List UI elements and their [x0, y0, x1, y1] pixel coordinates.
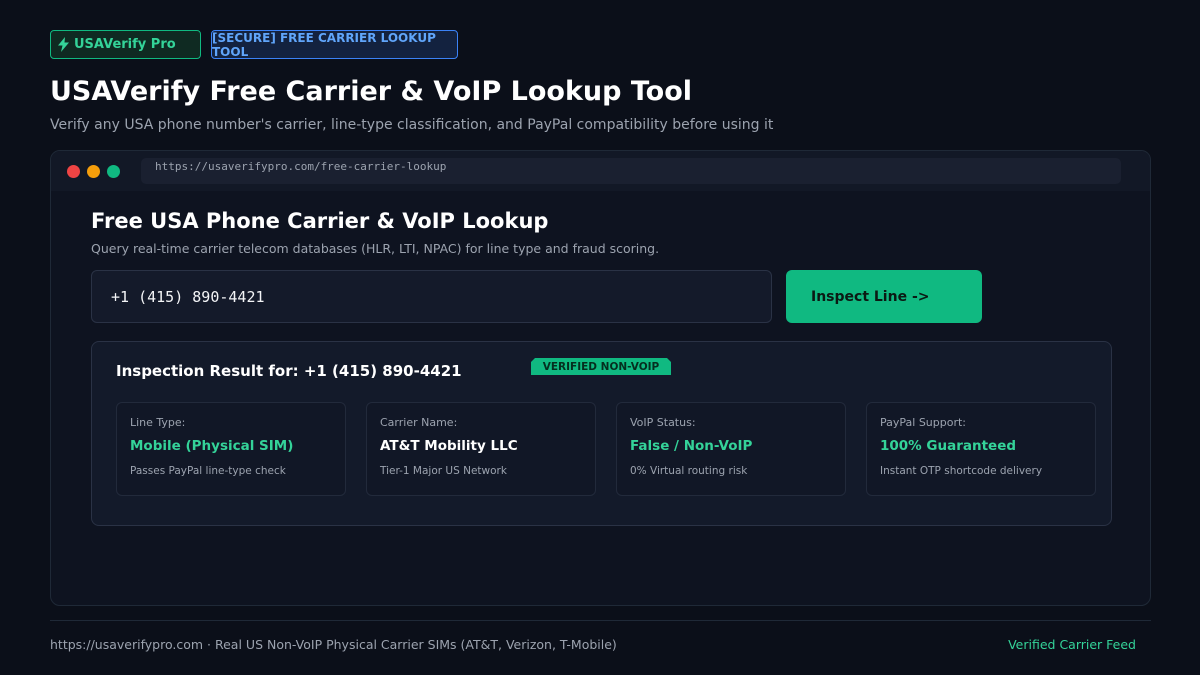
- lookup-title: Free USA Phone Carrier & VoIP Lookup: [91, 209, 549, 233]
- browser-window: https://usaverifypro.com/free-carrier-lo…: [50, 150, 1151, 606]
- voip-status-card: VoIP Status: False / Non-VoIP 0% Virtual…: [616, 402, 846, 496]
- secure-tool-badge: [SECURE] FREE CARRIER LOOKUP TOOL: [211, 30, 458, 59]
- card-note: Passes PayPal line-type check: [130, 465, 286, 477]
- paypal-support-card: PayPal Support: 100% Guaranteed Instant …: [866, 402, 1096, 496]
- card-label: Line Type:: [130, 416, 186, 429]
- footer-verified-feed: Verified Carrier Feed: [1008, 637, 1136, 652]
- result-title: Inspection Result for: +1 (415) 890-4421: [116, 362, 462, 380]
- page-title: USAVerify Free Carrier & VoIP Lookup Too…: [50, 76, 693, 107]
- card-note: 0% Virtual routing risk: [630, 465, 748, 477]
- lightning-bolt-icon: [58, 37, 69, 52]
- lookup-description: Query real-time carrier telecom database…: [91, 241, 660, 256]
- card-value: AT&T Mobility LLC: [380, 438, 518, 454]
- card-label: Carrier Name:: [380, 416, 458, 429]
- browser-toolbar: https://usaverifypro.com/free-carrier-lo…: [51, 151, 1150, 191]
- header-badges: USAVerify Pro [SECURE] FREE CARRIER LOOK…: [50, 30, 458, 59]
- footer-site-info: https://usaverifypro.com · Real US Non-V…: [50, 637, 617, 652]
- result-cards: Line Type: Mobile (Physical SIM) Passes …: [116, 402, 1096, 496]
- address-bar[interactable]: https://usaverifypro.com/free-carrier-lo…: [141, 158, 1121, 184]
- window-close-dot[interactable]: [67, 165, 80, 178]
- brand-badge: USAVerify Pro: [50, 30, 201, 59]
- page-subtitle: Verify any USA phone number's carrier, l…: [50, 117, 774, 133]
- window-maximize-dot[interactable]: [107, 165, 120, 178]
- card-value: False / Non-VoIP: [630, 438, 753, 454]
- line-type-card: Line Type: Mobile (Physical SIM) Passes …: [116, 402, 346, 496]
- card-value: 100% Guaranteed: [880, 438, 1017, 454]
- card-value: Mobile (Physical SIM): [130, 438, 294, 454]
- inspection-result-panel: Inspection Result for: +1 (415) 890-4421…: [91, 341, 1112, 526]
- card-label: VoIP Status:: [630, 416, 696, 429]
- card-label: PayPal Support:: [880, 416, 967, 429]
- phone-number-input[interactable]: [91, 270, 772, 323]
- inspect-line-button[interactable]: Inspect Line ->: [786, 270, 982, 323]
- brand-badge-label: USAVerify Pro: [74, 37, 176, 52]
- carrier-name-card: Carrier Name: AT&T Mobility LLC Tier-1 M…: [366, 402, 596, 496]
- footer-divider: [50, 620, 1151, 621]
- verified-non-voip-badge: VERIFIED NON-VOIP: [531, 358, 671, 375]
- window-minimize-dot[interactable]: [87, 165, 100, 178]
- card-note: Instant OTP shortcode delivery: [880, 465, 1043, 477]
- card-note: Tier-1 Major US Network: [380, 465, 507, 477]
